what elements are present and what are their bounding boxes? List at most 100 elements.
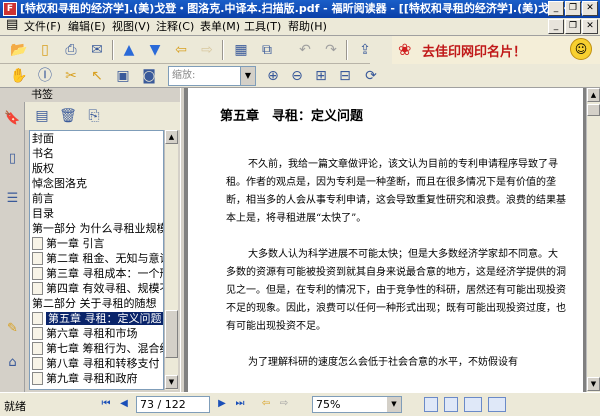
prev-page-icon[interactable]: ▲ [118,39,140,61]
bookmark-page-icon [32,342,43,355]
layers-tab-icon[interactable]: ☰ [4,190,21,208]
chapter-title: 第五章 寻租：定义问题 [220,109,364,124]
ad-banner[interactable]: ❀ 去佳印网印名片！ ☺ [392,36,600,64]
scroll-up-icon[interactable]: ▲ [165,130,178,144]
app-icon[interactable]: F [3,2,17,16]
forward-arrow-icon[interactable]: ⇨ [196,39,218,61]
toolbar-separator [222,40,224,60]
facing-page-icon[interactable] [464,397,482,412]
list-item[interactable]: 封面 [30,131,163,146]
history-forward-icon[interactable]: ⇨ [276,396,292,412]
continuous-page-icon[interactable] [444,397,458,412]
prev-page-nav-icon[interactable]: ◀ [116,396,132,412]
first-page-icon[interactable]: ⏮ [98,396,114,412]
actual-size-icon[interactable]: ⊞ [310,65,332,87]
menu-form[interactable]: 表单(M) [198,20,242,34]
list-item[interactable]: 第九章 寻租和政府 [30,371,163,386]
list-item[interactable]: 第一部分 为什么寻租业规模如此之小 [30,221,163,236]
page-number-input[interactable]: 73 / 122 [136,396,210,413]
menu-view[interactable]: 视图(V) [110,20,152,34]
menu-bar: ▤ 文件(F) 编辑(E) 视图(V) 注释(C) 表单(M) 工具(T) 帮助… [0,18,600,36]
fit-width-icon[interactable]: ⊟ [334,65,356,87]
menu-help[interactable]: 帮助(H) [286,20,329,34]
menu-file[interactable]: 文件(F) [22,20,63,34]
delete-bookmark-icon[interactable]: 🗑 [57,105,79,127]
print-icon[interactable]: ⎙ [60,39,82,61]
status-text: 就绪 [4,400,26,413]
expand-bookmark-icon[interactable]: ▤ [31,105,53,127]
comments-tab-icon[interactable]: ✎ [4,320,21,338]
doc-icon[interactable]: ▤ [4,18,20,32]
redo-icon[interactable]: ↷ [320,39,342,61]
scroll-thumb[interactable] [165,310,178,358]
list-item[interactable]: 第二部分 关于寻租的随想 [30,296,163,311]
window-title: [特权和寻租的经济学].(美)戈登・图洛克.中译本.扫描版.pdf - 福昕阅读… [20,2,583,15]
scroll-thumb[interactable] [587,104,600,116]
menu-comment[interactable]: 注释(C) [154,20,196,34]
restore-button[interactable]: ❐ [565,1,581,16]
zoom-combo[interactable]: 缩放: ▼ [168,66,256,86]
close-button[interactable]: ✕ [582,1,598,16]
doc-minimize-button[interactable]: _ [548,19,564,34]
attachments-tab-icon[interactable]: ⌂ [4,354,21,372]
list-item[interactable]: 前言 [30,191,163,206]
single-page-icon[interactable] [424,397,438,412]
bookmarks-tab-icon[interactable]: 🔖 [4,110,21,128]
list-item[interactable]: 第七章 筹租行为、混合经济 [30,341,163,356]
zoom-out-icon[interactable]: ⊖ [286,65,308,87]
new-doc-icon[interactable]: ▯ [34,39,56,61]
text-select-icon[interactable]: Ⓘ [34,65,56,87]
doc-close-button[interactable]: ✕ [582,19,598,34]
list-item[interactable]: 第二章 租金、无知与意识形态 [30,251,163,266]
list-item[interactable]: 第八章 寻租和转移支付 [30,356,163,371]
paragraph: 大多数人认为科学进展不可能太快；但是大多数经济学家却不同意。大多数的资源有可能被… [226,249,566,332]
bookmark-toolbar: ▤ 🗑 ⎘ [25,102,180,130]
minimize-button[interactable]: _ [548,1,564,16]
menu-edit[interactable]: 编辑(E) [66,20,108,34]
continuous-facing-icon[interactable] [488,397,506,412]
next-page-nav-icon[interactable]: ▶ [214,396,230,412]
select-arrow-icon[interactable]: ↖ [86,65,108,87]
pages-tab-icon[interactable]: ▯ [4,150,21,168]
copy-icon[interactable]: ⧉ [256,39,278,61]
rotate-icon[interactable]: ⟳ [360,65,382,87]
open-folder-icon[interactable]: 📂 [8,39,30,61]
doc-restore-button[interactable]: ❐ [565,19,581,34]
undo-icon[interactable]: ↶ [294,39,316,61]
chevron-down-icon[interactable]: ▼ [387,397,401,412]
image-tool-icon[interactable]: ▣ [112,65,134,87]
zoom-in-icon[interactable]: ⊕ [262,65,284,87]
list-item[interactable]: 书名 [30,146,163,161]
camera-icon[interactable]: ◙ [138,65,160,87]
list-item[interactable]: 悼念图洛克 [30,176,163,191]
scroll-down-icon[interactable]: ▼ [165,375,178,389]
snapshot-icon[interactable]: ✂ [60,65,82,87]
history-back-icon[interactable]: ⇦ [258,396,274,412]
back-arrow-icon[interactable]: ⇦ [170,39,192,61]
chevron-down-icon[interactable]: ▼ [240,67,255,85]
scroll-down-icon[interactable]: ▼ [587,377,600,391]
menu-tools[interactable]: 工具(T) [242,20,283,34]
new-bookmark-icon[interactable]: ⎘ [83,105,105,127]
next-page-icon[interactable]: ▼ [144,39,166,61]
page-icon[interactable]: ▦ [230,39,252,61]
list-item[interactable]: 第六章 寻租和市场 [30,326,163,341]
document-view[interactable]: 第五章 寻租：定义问题 不久前，我给一篇文章做评论，该文认为目前的专利申请程序导… [185,88,586,392]
document-scrollbar[interactable]: ▲ ▼ [586,88,600,392]
paragraph: 不久前，我给一篇文章做评论，该文认为目前的专利申请程序导致了寻租。作者的观点是，… [226,159,566,224]
scroll-up-icon[interactable]: ▲ [587,88,600,102]
list-item[interactable]: 版权 [30,161,163,176]
hand-tool-icon[interactable]: ✋ [8,65,30,87]
bookmark-list: 封面 书名 版权 悼念图洛克 前言 目录 第一部分 为什么寻租业规模如此之小 第… [29,130,164,390]
email-icon[interactable]: ✉ [86,39,108,61]
list-item[interactable]: 目录 [30,206,163,221]
zoom-select[interactable]: 75% ▼ [312,396,402,413]
list-item[interactable]: 第三章 寻租成本：一个形式分析 [30,266,163,281]
ad-logo-icon: ❀ [398,40,412,59]
zoom-value: 75% [316,398,341,411]
list-item[interactable]: 第一章 引言 [30,236,163,251]
list-item-selected[interactable]: 第五章 寻租：定义问题 [30,311,163,326]
list-item[interactable]: 第四章 有效寻租、规模不经济 [30,281,163,296]
last-page-icon[interactable]: ⏭ [232,396,248,412]
bookmark-scrollbar[interactable]: ▲ ▼ [164,130,178,390]
